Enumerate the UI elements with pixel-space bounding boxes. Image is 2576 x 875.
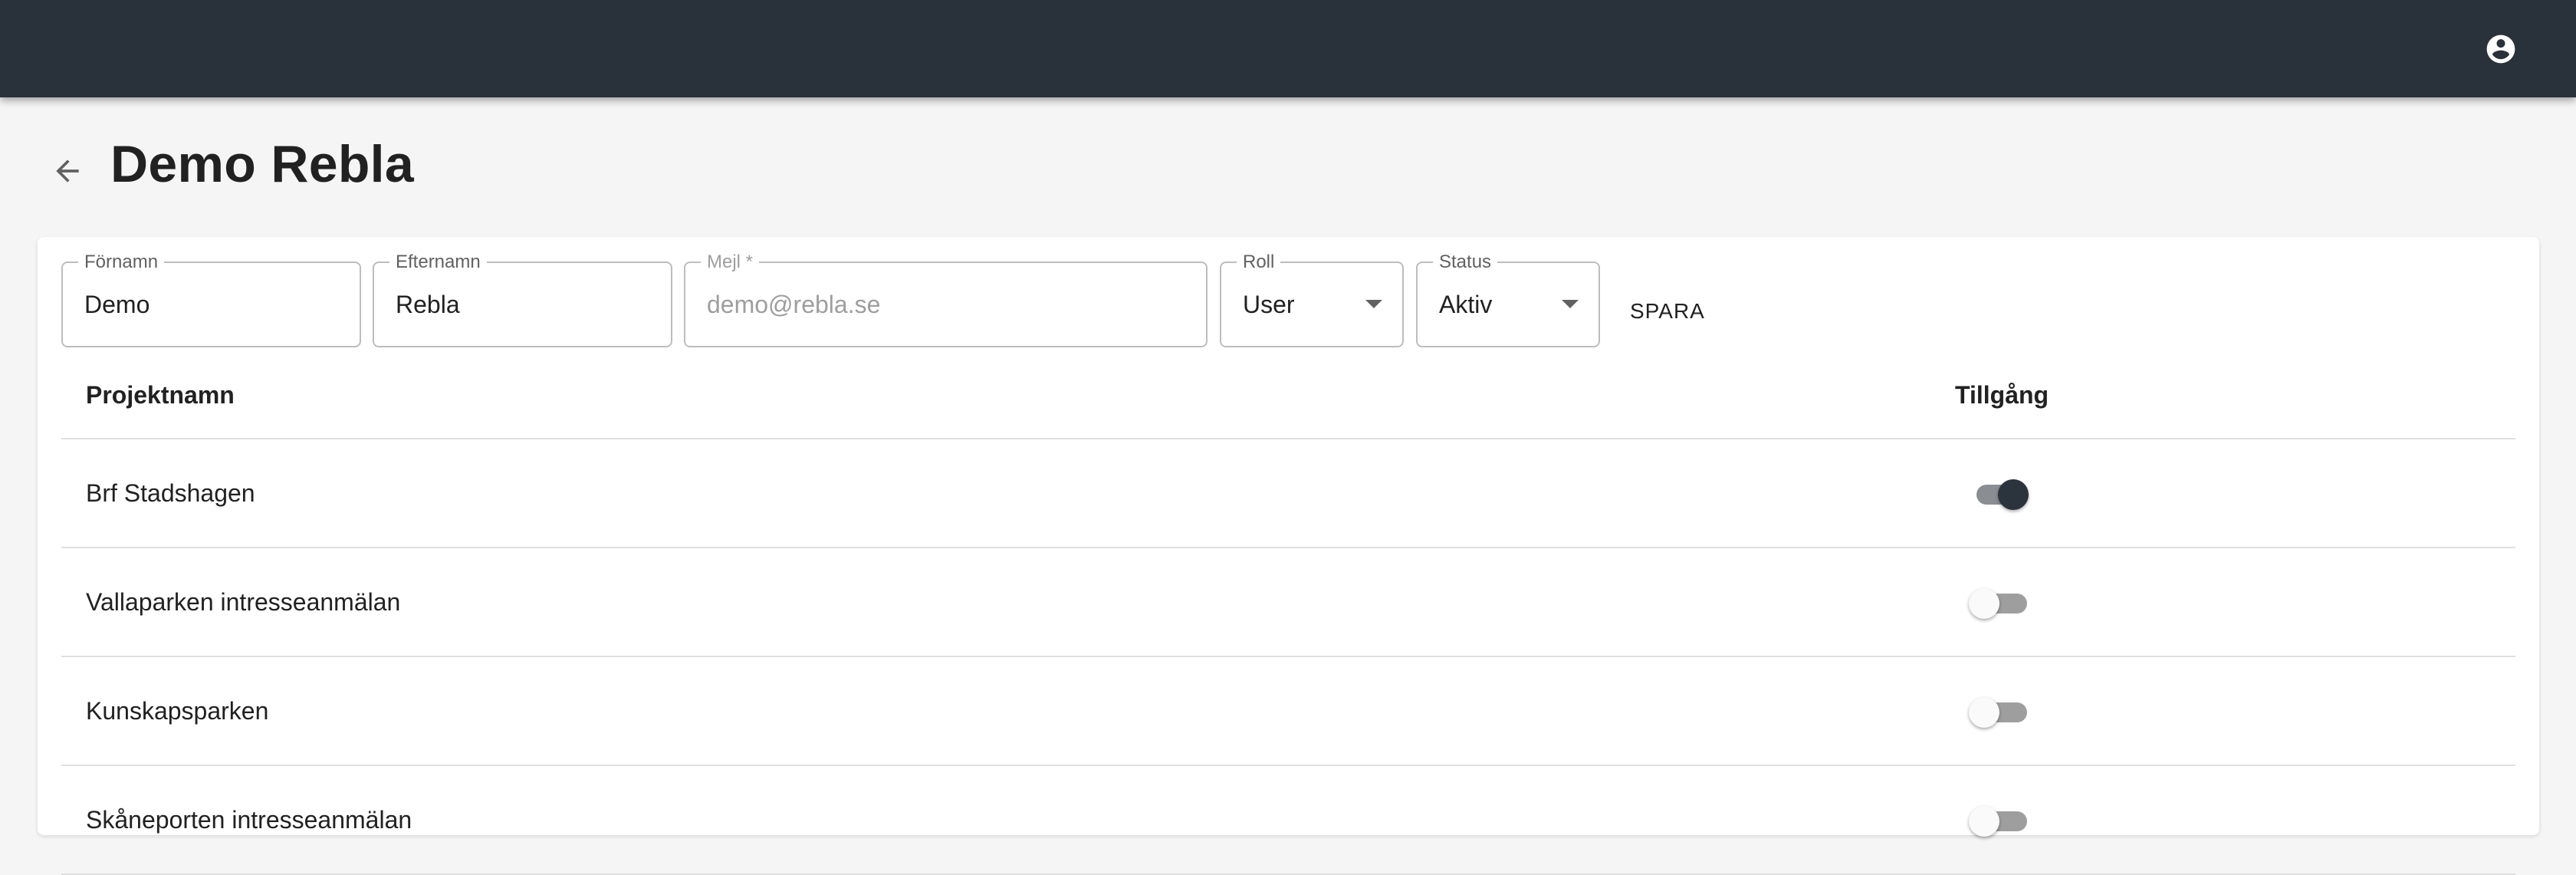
role-select[interactable]: Roll User	[1220, 251, 1404, 347]
project-access-table: Projektnamn Tillgång Brf Stadshagen Valla…	[61, 352, 2515, 875]
column-header-access: Tillgång	[1955, 380, 2049, 409]
table-row: Skåneporten intresseanmälan	[61, 766, 2515, 875]
arrow-back-icon	[56, 160, 79, 183]
project-name: Vallaparken intresseanmälan	[86, 587, 401, 616]
page-header: Demo Rebla	[0, 97, 2576, 235]
save-button[interactable]: SPARA	[1619, 294, 1716, 329]
first-name-field[interactable]: Förnamn Demo	[61, 251, 361, 347]
table-row: Vallaparken intresseanmälan	[61, 548, 2515, 657]
access-toggle[interactable]	[1969, 803, 2030, 837]
account-circle-icon	[2486, 35, 2515, 64]
table-body: Brf Stadshagen Vallaparken intresseanmäla…	[61, 439, 2515, 875]
toggle-thumb	[1969, 806, 1999, 837]
toggle-thumb	[1969, 588, 1999, 619]
page-title: Demo Rebla	[110, 135, 414, 193]
account-button[interactable]	[2481, 29, 2521, 69]
dropdown-arrow-icon	[1365, 300, 1382, 308]
last-name-field[interactable]: Efternamn Rebla	[373, 251, 672, 347]
access-toggle[interactable]	[1969, 694, 2030, 728]
table-header: Projektnamn Tillgång	[61, 352, 2515, 439]
app-bar	[0, 0, 2576, 97]
column-header-project: Projektnamn	[86, 380, 235, 409]
last-name-value[interactable]: Rebla	[396, 263, 460, 346]
back-button[interactable]	[46, 150, 89, 192]
status-value: Aktiv	[1439, 290, 1493, 318]
dropdown-arrow-icon	[1562, 300, 1579, 308]
email-field[interactable]: Mejl *	[684, 251, 1208, 347]
access-toggle[interactable]	[1969, 585, 2030, 619]
project-name: Brf Stadshagen	[86, 479, 255, 507]
access-toggle[interactable]	[1969, 476, 2030, 510]
project-name: Skåneporten intresseanmälan	[86, 805, 412, 834]
project-name: Kunskapsparken	[86, 696, 269, 725]
first-name-value[interactable]: Demo	[84, 263, 150, 346]
table-row: Brf Stadshagen	[61, 439, 2515, 548]
status-select[interactable]: Status Aktiv	[1416, 251, 1600, 347]
toggle-thumb	[1998, 479, 2029, 510]
role-value: User	[1243, 290, 1295, 318]
user-card: Förnamn Demo Efternamn Rebla Mejl * Roll…	[38, 237, 2539, 875]
table-row: Kunskapsparken	[61, 657, 2515, 766]
toggle-thumb	[1969, 697, 1999, 728]
email-input[interactable]	[707, 263, 1197, 346]
